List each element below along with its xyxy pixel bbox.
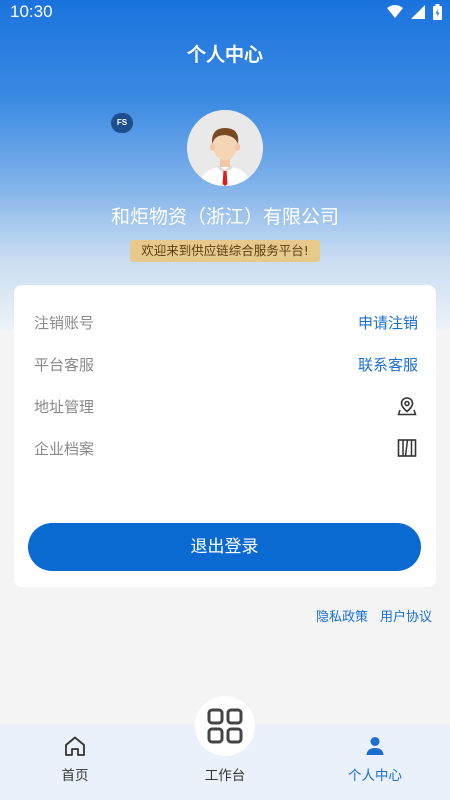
row-label: 平台客服 (34, 355, 95, 374)
contact-service-link[interactable]: 联系客服 (358, 354, 418, 375)
row-cancel-account[interactable]: 注销账号 申请注销 (34, 307, 418, 337)
battery-icon (433, 4, 442, 20)
apply-cancel-link[interactable]: 申请注销 (358, 312, 418, 333)
row-address-management[interactable]: 地址管理 (34, 391, 418, 421)
fs-badge: FS (111, 113, 133, 133)
row-label: 企业档案 (34, 439, 95, 458)
tab-label: 首页 (61, 768, 89, 784)
wifi-icon (387, 5, 403, 18)
row-customer-service[interactable]: 平台客服 联系客服 (34, 349, 418, 379)
privacy-policy-link[interactable]: 隐私政策 (316, 606, 368, 625)
user-avatar-icon (187, 110, 263, 186)
tab-profile[interactable]: 个人中心 (300, 724, 450, 800)
workbench-fab[interactable] (195, 696, 255, 756)
avatar[interactable] (187, 110, 263, 186)
row-company-archive[interactable]: 企业档案 (34, 433, 418, 463)
grid-icon (207, 708, 243, 744)
row-label: 注销账号 (34, 313, 95, 332)
logout-button[interactable]: 退出登录 (28, 523, 421, 571)
location-pin-icon (396, 395, 418, 417)
status-time: 10:30 (10, 2, 53, 21)
tab-label: 工作台 (204, 768, 246, 784)
page-title: 个人中心 (186, 44, 263, 66)
user-agreement-link[interactable]: 用户协议 (380, 606, 432, 625)
signal-icon (411, 5, 425, 19)
person-icon (366, 737, 384, 755)
company-name: 和炬物资（浙江）有限公司 (110, 206, 339, 228)
tab-home[interactable]: 首页 (0, 724, 150, 800)
welcome-banner: 欢迎来到供应链综合服务平台! (130, 240, 320, 262)
row-label: 地址管理 (34, 397, 95, 416)
settings-card: 注销账号 申请注销 平台客服 联系客服 地址管理 企业档案 退出登录 (14, 285, 436, 587)
footer-links: 隐私政策 用户协议 (316, 606, 432, 625)
status-icons (387, 4, 442, 20)
status-bar: 10:30 (0, 0, 450, 26)
tab-label: 个人中心 (348, 768, 402, 784)
home-icon (65, 736, 85, 756)
archive-books-icon (396, 437, 418, 459)
